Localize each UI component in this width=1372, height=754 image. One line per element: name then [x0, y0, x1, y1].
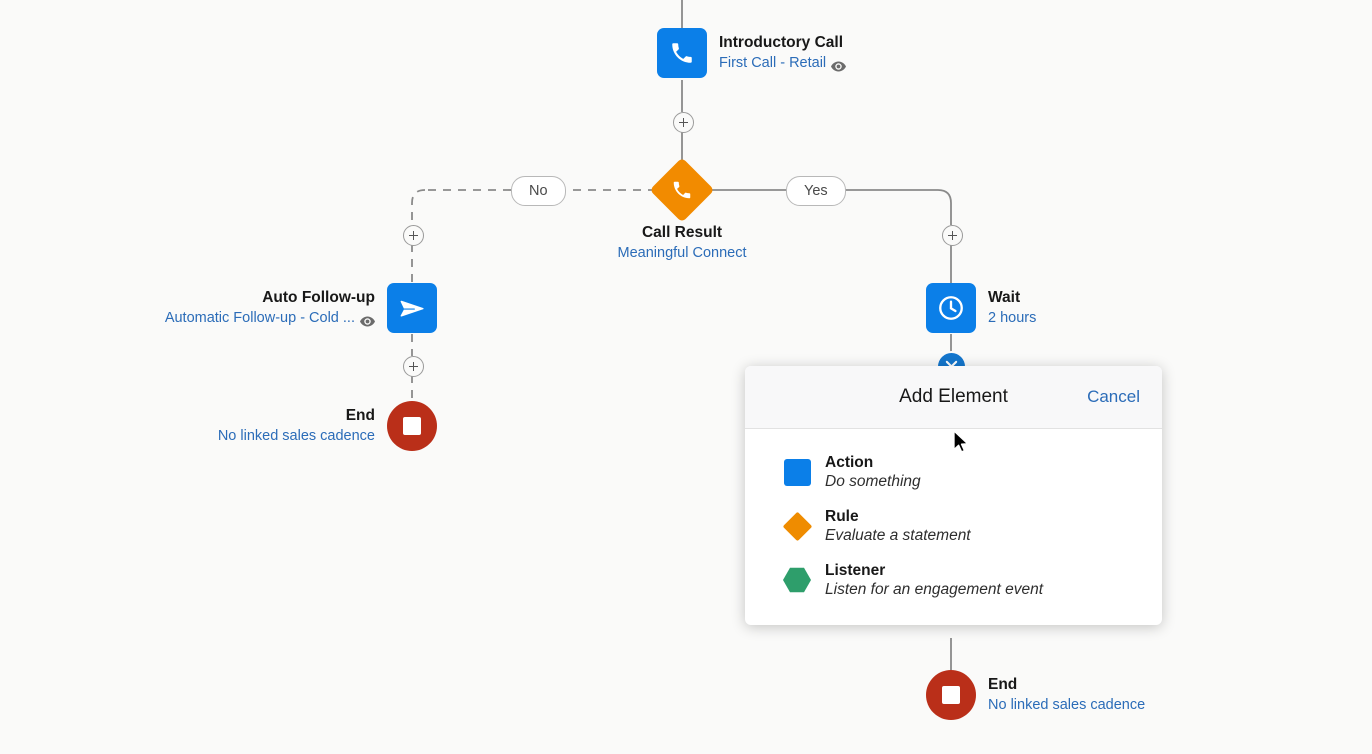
node-label-group: Call Result Meaningful Connect: [618, 223, 747, 263]
node-subtitle-text: First Call - Retail: [719, 55, 827, 71]
option-text: Listener Listen for an engagement event: [825, 561, 1043, 599]
stop-square-glyph: [403, 417, 421, 435]
node-introductory-call[interactable]: Introductory Call First Call - Retail: [657, 28, 847, 78]
node-call-result[interactable]: Call Result Meaningful Connect: [618, 157, 746, 261]
stop-square-glyph: [942, 686, 960, 704]
node-title: End: [988, 676, 1018, 693]
option-description: Evaluate a statement: [825, 527, 971, 544]
phone-glyph: [672, 43, 692, 63]
node-title: Introductory Call: [719, 34, 844, 51]
add-element-popup[interactable]: Add Element Cancel Action Do something R…: [745, 366, 1162, 625]
phone-icon: [673, 181, 691, 199]
node-label-group: End No linked sales cadence: [988, 675, 1145, 715]
node-subtitle: 2 hours: [988, 310, 1037, 326]
green-hexagon-icon: [783, 566, 811, 594]
preview-eye-icon[interactable]: [831, 58, 847, 71]
node-label-group: Introductory Call First Call - Retail: [719, 33, 847, 73]
node-subtitle: Meaningful Connect: [617, 245, 747, 261]
node-title: Call Result: [641, 224, 723, 241]
clock-glyph: [939, 296, 963, 320]
option-rule[interactable]: Rule Evaluate a statement: [745, 499, 1162, 553]
clock-icon: [926, 283, 976, 333]
add-step-button-no-branch[interactable]: [403, 225, 424, 246]
node-subtitle: Automatic Follow-up - Cold ...: [165, 308, 375, 328]
option-listener[interactable]: Listener Listen for an engagement event: [745, 553, 1162, 607]
rule-diamond: [649, 157, 715, 223]
node-subtitle-text: Automatic Follow-up - Cold ...: [164, 310, 355, 326]
cancel-button[interactable]: Cancel: [1087, 387, 1140, 407]
branch-label-yes[interactable]: Yes: [786, 176, 846, 206]
preview-eye-icon[interactable]: [360, 313, 375, 326]
node-title: Auto Follow-up: [262, 289, 375, 306]
option-text: Action Do something: [825, 453, 921, 491]
phone-icon: [657, 28, 707, 78]
option-name: Action: [825, 454, 874, 471]
option-name: Rule: [825, 508, 859, 525]
node-subtitle: No linked sales cadence: [988, 697, 1146, 713]
send-glyph: [400, 300, 424, 317]
option-name: Listener: [825, 562, 886, 579]
add-step-button-followup[interactable]: [403, 356, 424, 377]
stop-icon: [387, 401, 437, 451]
node-title: Wait: [988, 289, 1021, 306]
node-auto-followup[interactable]: Auto Follow-up Automatic Follow-up - Col…: [165, 283, 437, 333]
node-wait[interactable]: Wait 2 hours: [926, 283, 1036, 333]
branch-label-no[interactable]: No: [511, 176, 566, 206]
stop-icon: [926, 670, 976, 720]
popup-options-list: Action Do something Rule Evaluate a stat…: [745, 429, 1162, 625]
flow-canvas[interactable]: Introductory Call First Call - Retail Ca…: [0, 0, 1372, 754]
node-subtitle: First Call - Retail: [719, 53, 847, 73]
node-end-right[interactable]: End No linked sales cadence: [926, 670, 1145, 720]
send-icon: [387, 283, 437, 333]
node-label-group: End No linked sales cadence: [218, 406, 375, 446]
option-description: Listen for an engagement event: [825, 581, 1044, 598]
node-label-group: Wait 2 hours: [988, 288, 1036, 328]
blue-square-icon: [783, 458, 811, 486]
option-action[interactable]: Action Do something: [745, 445, 1162, 499]
option-description: Do something: [825, 473, 921, 490]
node-label-group: Auto Follow-up Automatic Follow-up - Col…: [165, 288, 375, 328]
option-text: Rule Evaluate a statement: [825, 507, 971, 545]
add-step-button-intro[interactable]: [673, 112, 694, 133]
popup-header: Add Element Cancel: [745, 366, 1162, 429]
node-title: End: [345, 407, 375, 424]
node-end-left[interactable]: End No linked sales cadence: [218, 401, 437, 451]
add-step-button-yes-branch[interactable]: [942, 225, 963, 246]
orange-diamond-icon: [782, 511, 812, 541]
node-subtitle: No linked sales cadence: [217, 428, 375, 444]
